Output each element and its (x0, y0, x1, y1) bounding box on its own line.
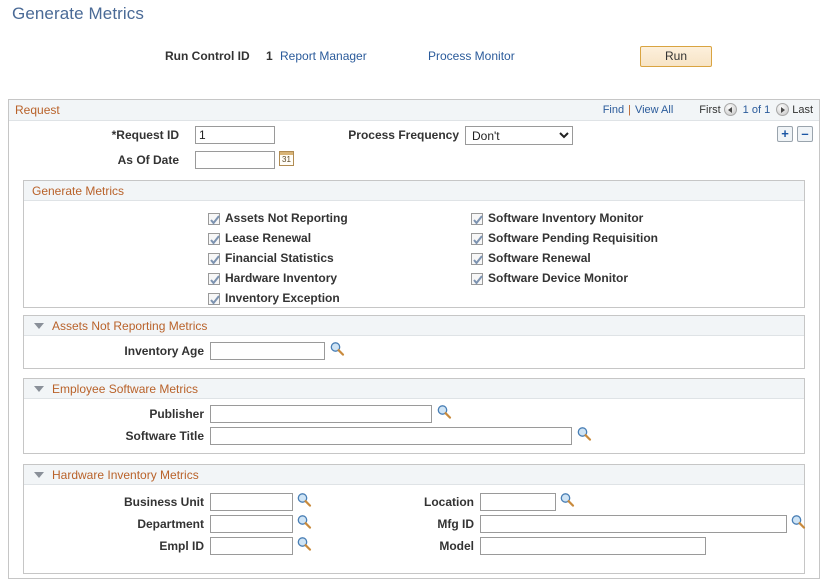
collapse-caret-icon[interactable] (34, 386, 44, 392)
hardware-inventory-group: Hardware Inventory Metrics Business Unit… (23, 464, 805, 574)
hardware-inventory-body: Business Unit Department Empl ID Locatio… (24, 485, 804, 573)
assets-not-reporting-body: Inventory Age (24, 336, 804, 368)
checkbox-label: Software Pending Requisition (488, 231, 658, 245)
request-panel-title: Request (15, 103, 60, 117)
software-title-label: Software Title (64, 429, 204, 443)
run-control-row: Run Control ID 1 Report Manager Process … (0, 46, 828, 72)
last-link[interactable]: Last (792, 104, 813, 116)
request-panel: Request Find | View All First 1 of 1 Las… (8, 99, 820, 579)
mfg-id-label: Mfg ID (354, 517, 474, 531)
hardware-inventory-header[interactable]: Hardware Inventory Metrics (24, 465, 804, 485)
location-input[interactable] (480, 493, 556, 511)
department-input[interactable] (210, 515, 293, 533)
checkbox-icon[interactable] (208, 253, 220, 265)
publisher-lookup-icon[interactable] (436, 404, 452, 420)
run-control-id-value: 1 (266, 49, 273, 63)
checkbox-icon[interactable] (471, 253, 483, 265)
software-title-input[interactable] (210, 427, 572, 445)
location-lookup-icon[interactable] (559, 492, 575, 508)
checkbox-label: Hardware Inventory (225, 271, 337, 285)
empl-id-input[interactable] (210, 537, 293, 555)
checkbox-label: Financial Statistics (225, 251, 334, 265)
view-all-link[interactable]: View All (635, 104, 673, 116)
assets-not-reporting-header[interactable]: Assets Not Reporting Metrics (24, 316, 804, 336)
request-id-label: *Request ID (69, 128, 179, 142)
generate-metrics-page: Generate Metrics Run Control ID 1 Report… (0, 0, 828, 586)
checkbox-icon[interactable] (471, 213, 483, 225)
employee-software-group: Employee Software Metrics Publisher Soft… (23, 378, 805, 454)
generate-metrics-header: Generate Metrics (24, 181, 804, 201)
as-of-date-input[interactable] (195, 151, 275, 169)
inventory-age-input[interactable] (210, 342, 325, 360)
calendar-icon[interactable]: 31 (279, 151, 294, 166)
report-manager-link[interactable]: Report Manager (280, 49, 367, 63)
checkbox-icon[interactable] (471, 233, 483, 245)
hardware-inventory-title: Hardware Inventory Metrics (52, 468, 199, 482)
employee-software-title: Employee Software Metrics (52, 382, 198, 396)
checkbox-label: Software Inventory Monitor (488, 211, 643, 225)
assets-not-reporting-title: Assets Not Reporting Metrics (52, 319, 207, 333)
process-monitor-link[interactable]: Process Monitor (428, 49, 515, 63)
collapse-caret-icon[interactable] (34, 472, 44, 478)
mfg-id-input[interactable] (480, 515, 787, 533)
row-count: 1 of 1 (743, 104, 771, 116)
request-panel-navigation: Find | View All First 1 of 1 Last (603, 103, 813, 116)
department-label: Department (64, 517, 204, 531)
inventory-age-lookup-icon[interactable] (329, 341, 345, 357)
mfg-id-lookup-icon[interactable] (790, 514, 806, 530)
calendar-icon-day: 31 (280, 155, 293, 165)
empl-id-label: Empl ID (64, 539, 204, 553)
checkbox-label: Inventory Exception (225, 291, 340, 305)
publisher-input[interactable] (210, 405, 432, 423)
business-unit-lookup-icon[interactable] (296, 492, 312, 508)
model-input[interactable] (480, 537, 706, 555)
publisher-label: Publisher (64, 407, 204, 421)
model-label: Model (354, 539, 474, 553)
request-panel-header: Request Find | View All First 1 of 1 Las… (9, 100, 819, 121)
department-lookup-icon[interactable] (296, 514, 312, 530)
next-row-icon[interactable] (776, 103, 789, 116)
business-unit-input[interactable] (210, 493, 293, 511)
page-title: Generate Metrics (12, 4, 144, 24)
location-label: Location (354, 495, 474, 509)
employee-software-body: Publisher Software Title (24, 399, 804, 453)
checkbox-icon[interactable] (208, 213, 220, 225)
as-of-date-label: As Of Date (69, 153, 179, 167)
run-control-id-label: Run Control ID (165, 49, 250, 63)
generate-metrics-body: Assets Not Reporting Lease Renewal Finan… (24, 201, 804, 307)
checkbox-icon[interactable] (208, 233, 220, 245)
generate-metrics-title: Generate Metrics (32, 184, 124, 198)
first-link[interactable]: First (699, 104, 720, 116)
employee-software-header[interactable]: Employee Software Metrics (24, 379, 804, 399)
checkbox-label: Assets Not Reporting (225, 211, 348, 225)
software-title-lookup-icon[interactable] (576, 426, 592, 442)
find-link[interactable]: Find (603, 104, 624, 116)
assets-not-reporting-group: Assets Not Reporting Metrics Inventory A… (23, 315, 805, 369)
checkbox-label: Software Renewal (488, 251, 591, 265)
checkbox-label: Software Device Monitor (488, 271, 628, 285)
collapse-caret-icon[interactable] (34, 323, 44, 329)
generate-metrics-group: Generate Metrics Assets Not Reporting Le… (23, 180, 805, 308)
inventory-age-label: Inventory Age (64, 344, 204, 358)
delete-row-button[interactable]: – (797, 126, 813, 142)
previous-row-icon[interactable] (724, 103, 737, 116)
empl-id-lookup-icon[interactable] (296, 536, 312, 552)
business-unit-label: Business Unit (64, 495, 204, 509)
process-frequency-select[interactable]: Don't (465, 126, 573, 145)
run-button[interactable]: Run (640, 46, 712, 67)
checkbox-icon[interactable] (208, 293, 220, 305)
request-fields: *Request ID Process Frequency Don't As O… (9, 121, 819, 179)
nav-separator: | (628, 104, 631, 116)
add-row-button[interactable]: + (777, 126, 793, 142)
checkbox-icon[interactable] (208, 273, 220, 285)
request-id-input[interactable] (195, 126, 275, 144)
process-frequency-label: Process Frequency (339, 128, 459, 142)
checkbox-label: Lease Renewal (225, 231, 311, 245)
checkbox-icon[interactable] (471, 273, 483, 285)
